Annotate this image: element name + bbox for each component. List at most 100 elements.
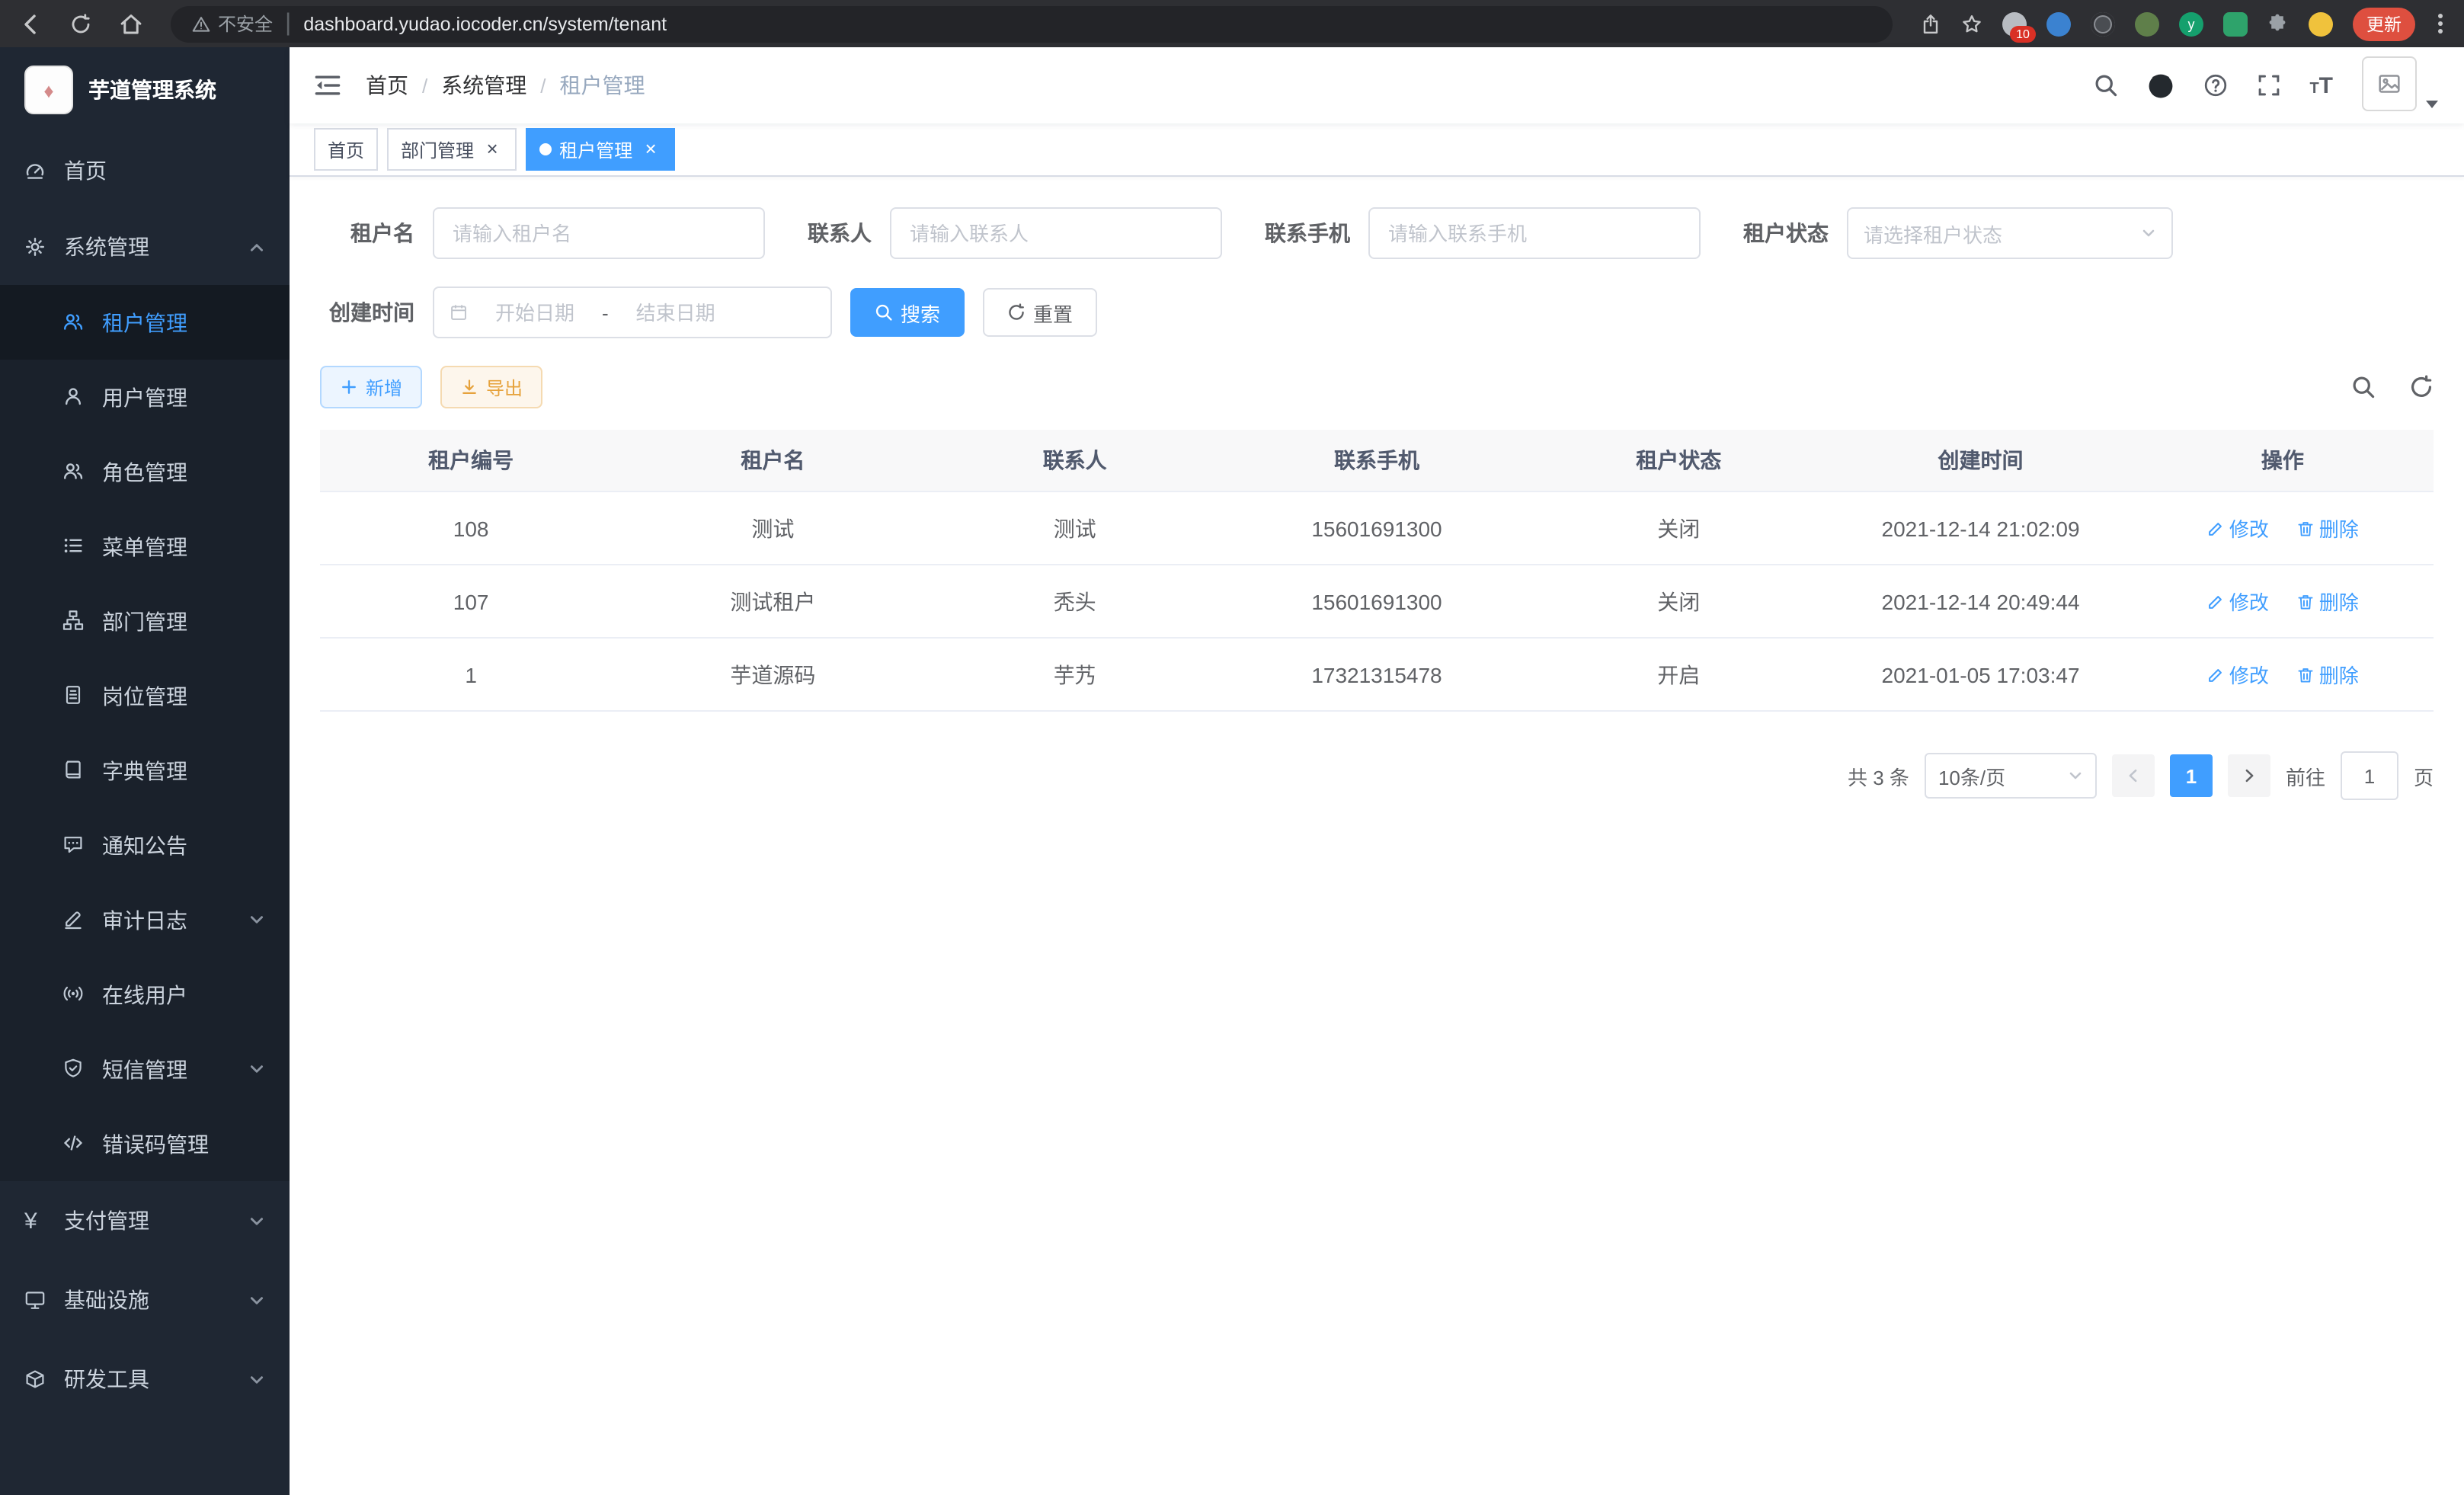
delete-link[interactable]: 删除 — [2296, 514, 2359, 543]
sidebar-item-dict[interactable]: 字典管理 — [0, 733, 290, 808]
edit-link[interactable]: 修改 — [2206, 587, 2269, 616]
toggle-search-icon[interactable] — [2351, 375, 2376, 399]
next-page-button[interactable] — [2228, 754, 2270, 797]
sidebar-item-payment[interactable]: ¥ 支付管理 — [0, 1181, 290, 1260]
avatar-dropdown[interactable] — [2362, 56, 2440, 114]
sidebar-item-role[interactable]: 角色管理 — [0, 434, 290, 509]
search-icon — [875, 303, 893, 322]
chevron-down-icon — [2068, 768, 2083, 783]
header-search-icon[interactable] — [2093, 73, 2117, 98]
column-header: 联系人 — [924, 430, 1226, 491]
caret-down-icon — [2424, 96, 2440, 111]
help-question-icon[interactable] — [2203, 73, 2227, 98]
sidebar-item-devtools[interactable]: 研发工具 — [0, 1340, 290, 1419]
logo[interactable]: ♦ 芋道管理系统 — [0, 47, 290, 133]
sidebar-item-infra[interactable]: 基础设施 — [0, 1260, 290, 1340]
start-date-input[interactable] — [477, 299, 593, 325]
breadcrumb-item-system[interactable]: 系统管理 — [441, 70, 526, 101]
cell-status: 关闭 — [1528, 565, 1829, 638]
bookmark-star-icon[interactable] — [1961, 13, 1982, 34]
browser-home-icon[interactable] — [119, 11, 143, 36]
sidebar-item-tenant[interactable]: 租户管理 — [0, 285, 290, 360]
font-size-icon[interactable]: TT — [2309, 72, 2333, 98]
edit-link[interactable]: 修改 — [2206, 514, 2269, 543]
sidebar-item-online-user[interactable]: 在线用户 — [0, 957, 290, 1032]
tab-close-icon[interactable]: × — [640, 139, 661, 160]
page-number-button[interactable]: 1 — [2170, 754, 2213, 797]
sidebar-item-home[interactable]: 首页 — [0, 133, 290, 209]
tenant-name-label: 租户名 — [320, 218, 414, 248]
main-area: 首页 / 系统管理 / 租户管理 TT — [290, 47, 2464, 1495]
page-size-select[interactable]: 10条/页 — [1925, 753, 2097, 799]
delete-link[interactable]: 删除 — [2296, 587, 2359, 616]
reset-button-label: 重置 — [1033, 298, 1073, 327]
tab-dept[interactable]: 部门管理 × — [387, 128, 517, 171]
sidebar-item-sms[interactable]: 短信管理 — [0, 1032, 290, 1106]
sidebar-item-user[interactable]: 用户管理 — [0, 360, 290, 434]
sidebar-item-post[interactable]: 岗位管理 — [0, 658, 290, 733]
browser-update-button[interactable]: 更新 — [2353, 7, 2415, 40]
chevron-down-icon — [248, 1061, 265, 1077]
sidebar-item-system[interactable]: 系统管理 — [0, 209, 290, 285]
extension-icon-4[interactable] — [2135, 11, 2159, 36]
extensions-puzzle-icon[interactable] — [2267, 13, 2289, 34]
sms-shield-icon — [62, 1058, 85, 1080]
url-text: dashboard.yudao.iocoder.cn/system/tenant — [303, 13, 667, 34]
extension-icon-3[interactable] — [2091, 11, 2115, 36]
goto-page-input[interactable] — [2341, 751, 2398, 800]
extension-icon-6[interactable] — [2223, 11, 2248, 36]
sidebar-item-error-code[interactable]: 错误码管理 — [0, 1106, 290, 1181]
end-date-input[interactable] — [618, 299, 734, 325]
cell-created: 2021-12-14 20:49:44 — [1829, 565, 2131, 638]
share-icon[interactable] — [1920, 13, 1941, 34]
breadcrumb-item-home[interactable]: 首页 — [366, 70, 408, 101]
hamburger-icon[interactable] — [314, 72, 341, 99]
fullscreen-icon[interactable] — [2256, 73, 2280, 98]
browser-back-icon[interactable] — [18, 11, 43, 36]
column-header: 租户名 — [622, 430, 923, 491]
cell-created: 2021-12-14 21:02:09 — [1829, 491, 2131, 565]
contact-input[interactable] — [890, 207, 1222, 259]
logo-title: 芋道管理系统 — [88, 75, 216, 105]
tab-home[interactable]: 首页 — [314, 128, 378, 171]
browser-refresh-icon[interactable] — [70, 13, 91, 34]
sidebar-item-menu[interactable]: 菜单管理 — [0, 509, 290, 584]
extension-icon-1[interactable]: 10 — [2002, 11, 2027, 36]
edit-link[interactable]: 修改 — [2206, 660, 2269, 689]
sidebar-item-label: 通知公告 — [102, 830, 187, 860]
cell-status: 开启 — [1528, 638, 1829, 711]
phone-input[interactable] — [1368, 207, 1701, 259]
page-size-value: 10条/页 — [1938, 761, 2005, 790]
column-header: 联系手机 — [1226, 430, 1528, 491]
sidebar: ♦ 芋道管理系统 首页 系统管理 租户管理 用户管理 — [0, 47, 290, 1495]
date-range-picker[interactable]: - — [433, 287, 832, 338]
column-header: 操作 — [2132, 430, 2434, 491]
refresh-table-icon[interactable] — [2409, 375, 2434, 399]
search-button[interactable]: 搜索 — [850, 288, 965, 337]
tab-close-icon[interactable]: × — [482, 139, 503, 160]
logo-image: ♦ — [24, 66, 73, 114]
tab-tenant[interactable]: 租户管理 × — [526, 128, 675, 171]
sidebar-item-dept[interactable]: 部门管理 — [0, 584, 290, 658]
table-row: 107 测试租户 秃头 15601691300 关闭 2021-12-14 20… — [320, 565, 2434, 638]
browser-menu-icon[interactable] — [2435, 14, 2446, 34]
prev-page-button[interactable] — [2112, 754, 2155, 797]
chevron-down-icon — [248, 911, 265, 928]
reset-button[interactable]: 重置 — [983, 288, 1097, 337]
extension-icon-7[interactable] — [2309, 11, 2333, 36]
extension-icon-2[interactable] — [2046, 11, 2071, 36]
security-chip[interactable]: 不安全 — [192, 11, 273, 37]
table-toolbar: 新增 导出 — [320, 366, 2434, 408]
add-button[interactable]: 新增 — [320, 366, 422, 408]
export-button[interactable]: 导出 — [440, 366, 542, 408]
sidebar-item-notice[interactable]: 通知公告 — [0, 808, 290, 882]
tenant-name-input[interactable] — [433, 207, 765, 259]
pencil-icon — [2206, 519, 2225, 537]
github-icon[interactable] — [2146, 72, 2174, 99]
avatar[interactable] — [2362, 56, 2417, 111]
status-select[interactable]: 请选择租户状态 — [1847, 207, 2173, 259]
sidebar-item-audit-log[interactable]: 审计日志 — [0, 882, 290, 957]
address-bar[interactable]: 不安全 | dashboard.yudao.iocoder.cn/system/… — [171, 5, 1893, 42]
extension-icon-5[interactable]: y — [2179, 11, 2203, 36]
delete-link[interactable]: 删除 — [2296, 660, 2359, 689]
